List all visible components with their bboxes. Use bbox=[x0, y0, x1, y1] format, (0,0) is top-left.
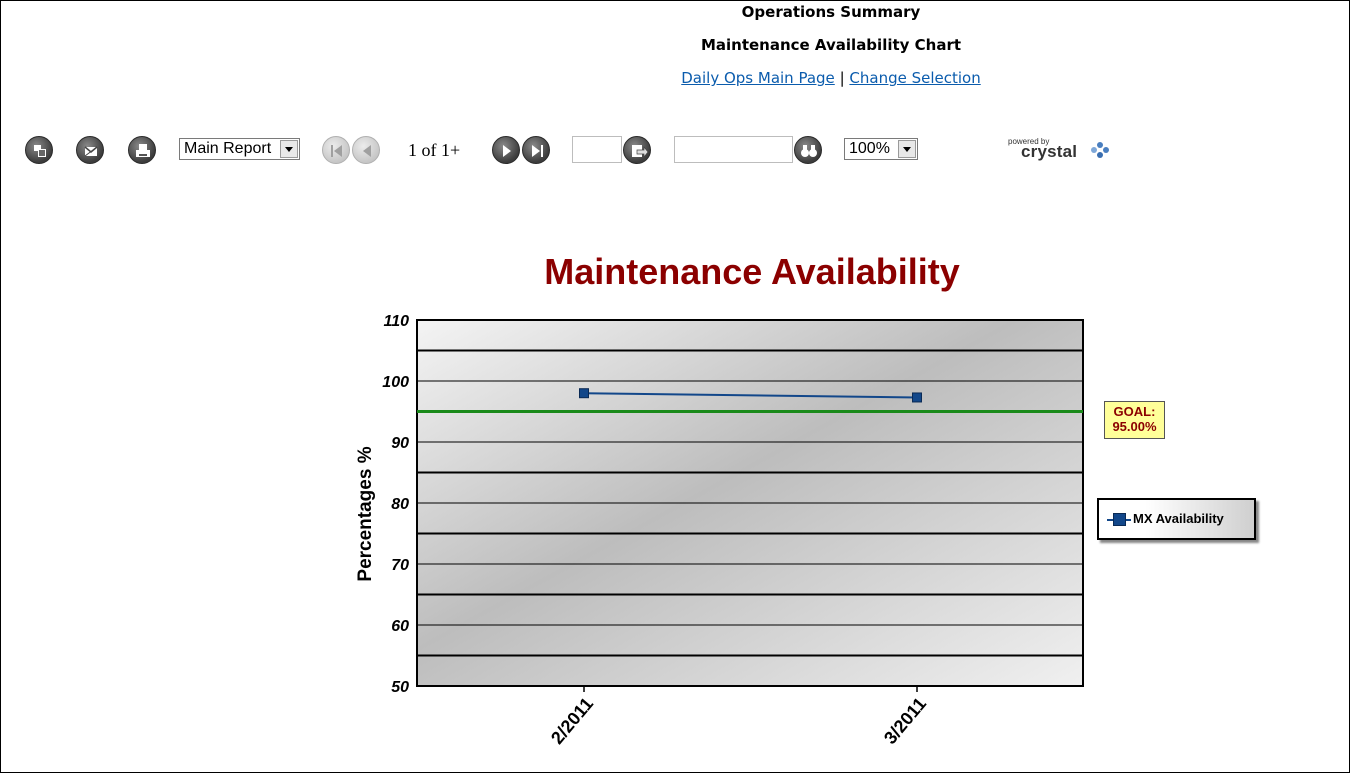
availability-chart: Maintenance Availability 50 60 70 80 90 100 11… bbox=[355, 251, 1084, 748]
y-tick-label: 70 bbox=[391, 557, 409, 574]
chart-title: Maintenance Availability bbox=[544, 251, 959, 292]
legend-marker bbox=[1113, 513, 1126, 526]
y-tick-label: 90 bbox=[391, 435, 409, 452]
goal-label: GOAL: bbox=[1113, 404, 1156, 419]
y-axis-ticks: 50 60 70 80 90 100 110 bbox=[382, 313, 409, 696]
y-axis-label: Percentages % bbox=[355, 446, 376, 581]
x-tick-label: 3/2011 bbox=[880, 694, 930, 748]
chart-legend: MX Availability bbox=[1097, 498, 1256, 540]
x-tick-label: 2/2011 bbox=[547, 694, 597, 748]
goal-value: 95.00% bbox=[1112, 419, 1157, 434]
data-point bbox=[912, 392, 922, 403]
y-tick-label: 50 bbox=[391, 679, 409, 696]
goal-annotation: GOAL: 95.00% bbox=[1104, 401, 1165, 439]
x-axis-ticks: 2/2011 3/2011 bbox=[547, 686, 930, 748]
y-tick-label: 110 bbox=[383, 313, 409, 330]
y-tick-label: 60 bbox=[391, 618, 409, 635]
legend-label: MX Availability bbox=[1133, 511, 1224, 526]
data-point bbox=[579, 388, 589, 399]
y-tick-label: 100 bbox=[382, 374, 409, 391]
y-tick-label: 80 bbox=[391, 496, 409, 513]
